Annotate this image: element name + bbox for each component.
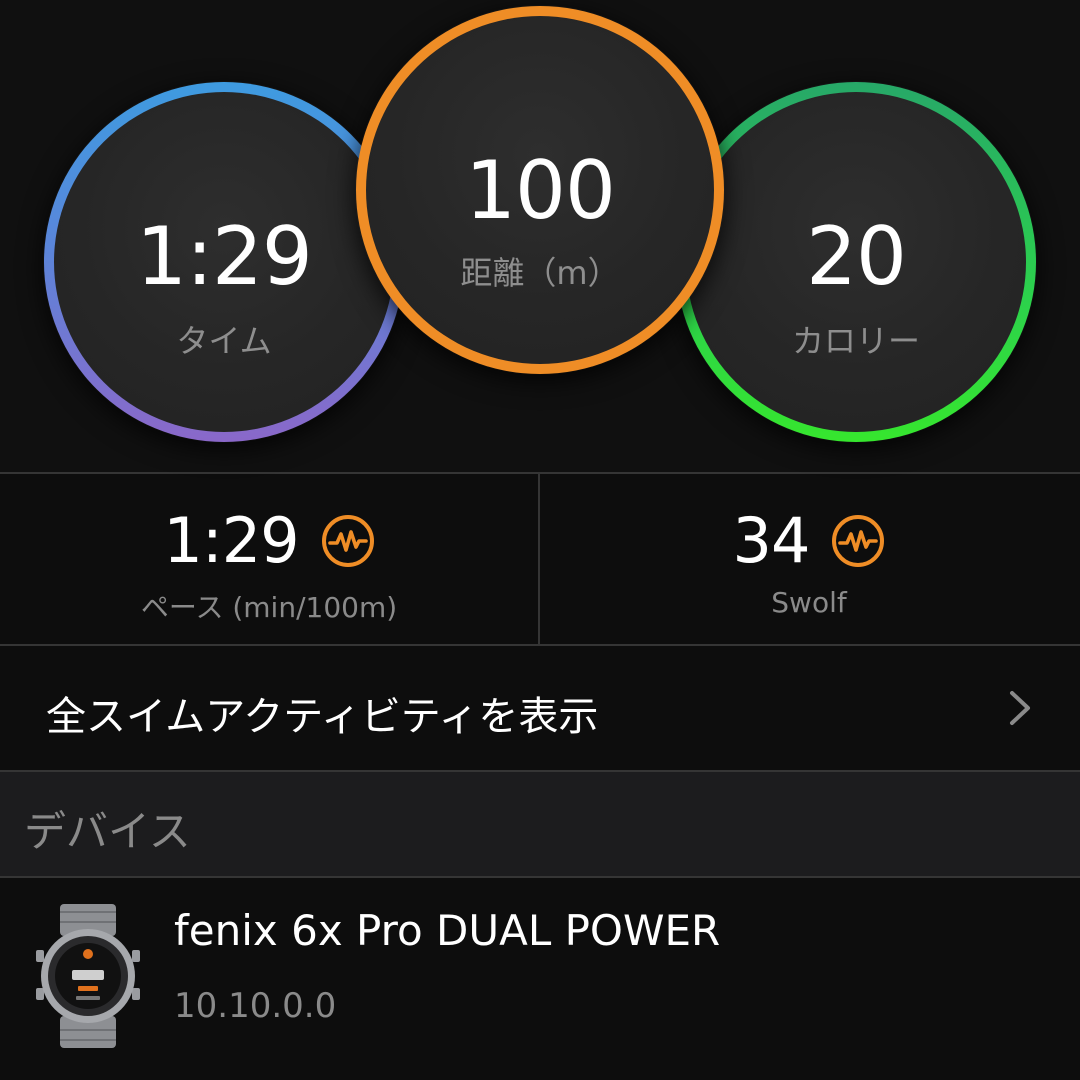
calories-label: カロリー	[791, 322, 920, 360]
section-header-devices: デバイス	[0, 772, 1080, 876]
heart-rate-icon	[321, 514, 374, 567]
distance-value: 100	[465, 144, 616, 237]
calories-value: 20	[806, 210, 907, 303]
calories-ring: 20 カロリー	[676, 82, 1036, 442]
chevron-right-icon	[1010, 691, 1030, 725]
swolf-label: Swolf	[771, 586, 847, 619]
distance-label: 距離（m）	[460, 254, 620, 292]
device-version: 10.10.0.0	[174, 986, 337, 1026]
watch-icon	[36, 904, 140, 1048]
all-swim-activities-label: 全スイムアクティビティを表示	[46, 694, 599, 740]
distance-ring: 100 距離（m）	[356, 6, 724, 374]
heart-rate-icon	[832, 514, 885, 567]
pace-stat[interactable]: 1:29 ペース (min/100m)	[0, 474, 538, 644]
section-title: デバイス	[24, 807, 191, 856]
time-label: タイム	[176, 322, 272, 360]
pace-value: 1:29	[163, 504, 299, 577]
all-swim-activities-link[interactable]: 全スイムアクティビティを表示	[0, 646, 1080, 770]
swolf-value: 34	[732, 504, 811, 577]
swolf-stat[interactable]: 34 Swolf	[540, 474, 1078, 644]
pace-label: ペース (min/100m)	[140, 591, 398, 624]
time-value: 1:29	[136, 210, 313, 303]
device-row[interactable]: fenix 6x Pro DUAL POWER 10.10.0.0	[0, 878, 1080, 1080]
time-ring: 1:29 タイム	[44, 82, 404, 442]
device-name: fenix 6x Pro DUAL POWER	[174, 906, 721, 955]
summary-rings: 1:29 タイム 20 カロリー 100 距離（m）	[0, 0, 1080, 472]
